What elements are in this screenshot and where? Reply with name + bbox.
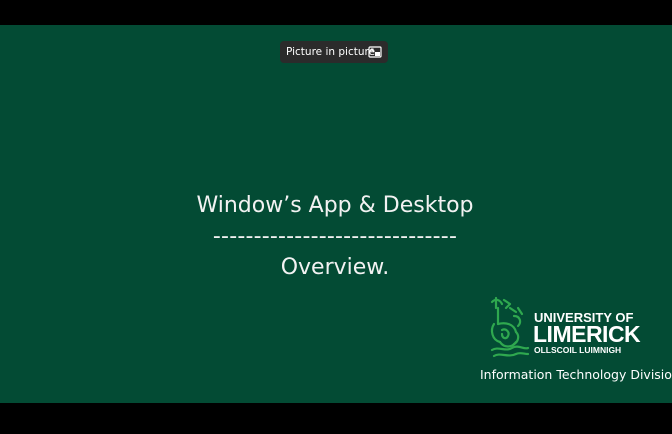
slide-subtitle: Overview. — [280, 255, 390, 280]
video-player[interactable]: Window’s App & Desktop -----------------… — [0, 0, 672, 434]
logo-line-limerick: LIMERICK — [533, 321, 641, 347]
letterbox-bottom — [0, 403, 672, 434]
slide-title: Window’s App & Desktop — [196, 193, 474, 218]
letterbox-top — [0, 0, 672, 25]
university-logo: UNIVERSITY OF LIMERICK OLLSCOIL LUIMNIGH — [488, 292, 641, 360]
picture-in-picture-button[interactable]: Picture in picture — [280, 41, 388, 63]
pip-button-label: Picture in picture — [286, 46, 376, 58]
university-crest-icon — [490, 296, 530, 358]
picture-in-picture-icon — [368, 46, 382, 58]
slide-separator: ------------------------------ — [212, 224, 458, 249]
logo-line-ollscoil: OLLSCOIL LUIMNIGH — [534, 345, 622, 355]
division-label: Information Technology Division — [480, 367, 672, 382]
